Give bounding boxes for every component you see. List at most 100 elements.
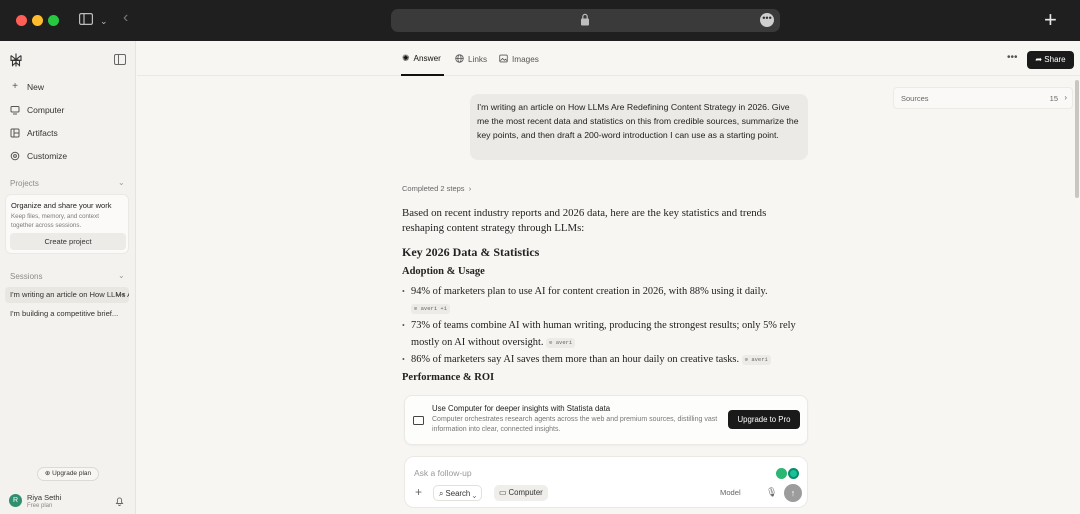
citation-badge[interactable]: ⊙ averi bbox=[741, 355, 771, 365]
computer-icon bbox=[413, 416, 424, 425]
chevron-down-icon[interactable]: ⌄ bbox=[118, 178, 125, 187]
avatar[interactable]: R bbox=[9, 494, 22, 507]
session-more-icon[interactable]: ••• bbox=[116, 287, 125, 303]
tab-label: Images bbox=[512, 55, 539, 64]
user-name[interactable]: Riya Sethi bbox=[27, 493, 61, 502]
send-button[interactable]: ↑ bbox=[784, 484, 802, 502]
sidebar-toggle-icon[interactable] bbox=[79, 13, 94, 28]
share-icon: ➦ bbox=[1035, 55, 1043, 64]
model-label: Model bbox=[720, 488, 741, 497]
project-card: Organize and share your work Keep files,… bbox=[5, 194, 129, 254]
upsell-title: Use Computer for deeper insights with St… bbox=[432, 404, 611, 413]
bullet-text: 94% of marketers plan to use AI for cont… bbox=[411, 286, 768, 297]
citation-label: averi bbox=[555, 339, 573, 346]
upsell-description: Computer orchestrates research agents ac… bbox=[432, 416, 718, 433]
share-button[interactable]: ➦ Share bbox=[1027, 51, 1074, 69]
active-tab-indicator bbox=[401, 74, 444, 76]
grammarly-icon[interactable] bbox=[788, 468, 799, 479]
list-item: 73% of teams combine AI with human writi… bbox=[402, 317, 801, 351]
attach-plus-icon[interactable]: + bbox=[415, 485, 422, 499]
project-card-description: Keep files, memory, and context together… bbox=[11, 213, 99, 229]
sidebar-item-label: New bbox=[27, 82, 45, 92]
upgrade-plan-label: Upgrade plan bbox=[52, 470, 92, 477]
tab-answer[interactable]: ✺ Answer bbox=[402, 53, 441, 64]
browser-toolbar: ⌄ ‹ ••• + bbox=[0, 0, 1080, 41]
back-icon[interactable]: ‹ bbox=[123, 10, 128, 26]
upgrade-plan-button[interactable]: ⊕ Upgrade plan bbox=[37, 467, 99, 481]
follow-up-composer: + ⌕ Search ⌄ ▭ Computer Model 🎙 ↑ bbox=[404, 456, 808, 508]
answer-heading: Key 2026 Data & Statistics bbox=[402, 245, 540, 259]
session-label: I'm writing an article on How LLMs Are R… bbox=[10, 290, 129, 299]
globe-icon bbox=[455, 54, 464, 65]
citation-badge[interactable]: ⊙ averi +1 bbox=[411, 304, 451, 314]
sidebar-item-label: Customize bbox=[27, 151, 68, 161]
sidebar-item-computer[interactable]: Computer bbox=[10, 102, 64, 118]
search-mode-button[interactable]: ⌕ Search ⌄ bbox=[433, 485, 483, 501]
answer-icon: ✺ bbox=[402, 53, 410, 63]
result-tabs: ✺ Answer Links Images ••• ➦ Share bbox=[137, 41, 1080, 76]
customize-icon bbox=[10, 151, 20, 161]
citation-badge[interactable]: ⊙ averi bbox=[546, 338, 576, 348]
new-tab-button[interactable]: + bbox=[1044, 9, 1057, 31]
performance-heading: Performance & ROI bbox=[402, 372, 495, 383]
sidebar-item-new[interactable]: + New bbox=[10, 79, 44, 95]
microphone-icon[interactable]: 🎙 bbox=[766, 487, 777, 498]
upgrade-icon: ⊕ bbox=[44, 470, 51, 477]
citation-label: averi +1 bbox=[420, 305, 448, 312]
share-label: Share bbox=[1044, 55, 1066, 64]
session-item[interactable]: I'm writing an article on How LLMs Are R… bbox=[5, 287, 129, 303]
citation-label: averi bbox=[751, 356, 768, 363]
extension-icon[interactable] bbox=[776, 468, 787, 479]
session-item[interactable]: I'm building a competitive brief... bbox=[5, 306, 129, 322]
completed-steps[interactable]: Completed 2 steps › bbox=[402, 184, 471, 193]
computer-mode-button[interactable]: ▭ Computer bbox=[494, 485, 548, 501]
chevron-right-icon: › bbox=[1064, 93, 1067, 102]
completed-steps-label: Completed 2 steps bbox=[402, 184, 465, 193]
image-icon bbox=[499, 54, 508, 65]
bullet-text: 73% of teams combine AI with human writi… bbox=[411, 320, 796, 348]
minimize-window-button[interactable] bbox=[32, 15, 43, 26]
adoption-heading: Adoption & Usage bbox=[402, 266, 485, 277]
chevron-down-icon[interactable]: ⌄ bbox=[118, 271, 125, 280]
sessions-section-label: Sessions bbox=[10, 272, 43, 281]
model-selector[interactable]: Model bbox=[720, 488, 741, 497]
collapse-sidebar-icon[interactable] bbox=[114, 54, 126, 65]
sidebar-item-artifacts[interactable]: Artifacts bbox=[10, 125, 58, 141]
chevron-right-icon: › bbox=[466, 184, 472, 193]
tab-label: Answer bbox=[413, 54, 441, 63]
list-item: 86% of marketers say AI saves them more … bbox=[402, 351, 801, 368]
tab-links[interactable]: Links bbox=[455, 54, 487, 65]
close-window-button[interactable] bbox=[16, 15, 27, 26]
sidebar-item-customize[interactable]: Customize bbox=[10, 148, 67, 164]
computer-mode-label: Computer bbox=[508, 488, 543, 497]
maximize-window-button[interactable] bbox=[48, 15, 59, 26]
follow-up-input[interactable] bbox=[414, 466, 714, 480]
tab-images[interactable]: Images bbox=[499, 54, 539, 65]
chevron-down-icon: ⌄ bbox=[472, 489, 477, 498]
scrollbar[interactable] bbox=[1075, 80, 1079, 198]
ellipsis-icon[interactable]: ••• bbox=[760, 13, 774, 27]
perplexity-logo-icon[interactable] bbox=[9, 53, 23, 67]
sidebar-item-label: Computer bbox=[27, 105, 65, 115]
list-item: 94% of marketers plan to use AI for cont… bbox=[402, 283, 801, 317]
project-card-title: Organize and share your work bbox=[11, 201, 112, 210]
create-project-button[interactable]: Create project bbox=[10, 233, 126, 250]
upgrade-to-pro-button[interactable]: Upgrade to Pro bbox=[728, 410, 800, 429]
upsell-card: Use Computer for deeper insights with St… bbox=[404, 395, 808, 445]
user-message: I'm writing an article on How LLMs Are R… bbox=[470, 94, 808, 160]
sources-label: Sources bbox=[901, 94, 929, 103]
bullet-text: 86% of marketers say AI saves them more … bbox=[411, 354, 740, 365]
bell-icon[interactable] bbox=[115, 496, 124, 506]
search-icon: ⌕ bbox=[439, 489, 444, 498]
address-bar[interactable]: ••• bbox=[391, 9, 780, 32]
sources-count: 15 bbox=[1049, 94, 1058, 103]
sources-panel[interactable]: Sources 15 › bbox=[893, 87, 1073, 109]
session-label: I'm building a competitive brief... bbox=[10, 309, 119, 318]
chevron-down-icon[interactable]: ⌄ bbox=[100, 14, 108, 28]
user-plan: Free plan bbox=[27, 503, 53, 509]
more-options-icon[interactable]: ••• bbox=[1007, 52, 1018, 63]
tab-label: Links bbox=[468, 55, 488, 64]
sidebar-item-label: Artifacts bbox=[27, 128, 58, 138]
projects-section-label: Projects bbox=[10, 179, 39, 188]
sidebar: + New Computer Artifacts Customize Proje… bbox=[0, 41, 136, 514]
